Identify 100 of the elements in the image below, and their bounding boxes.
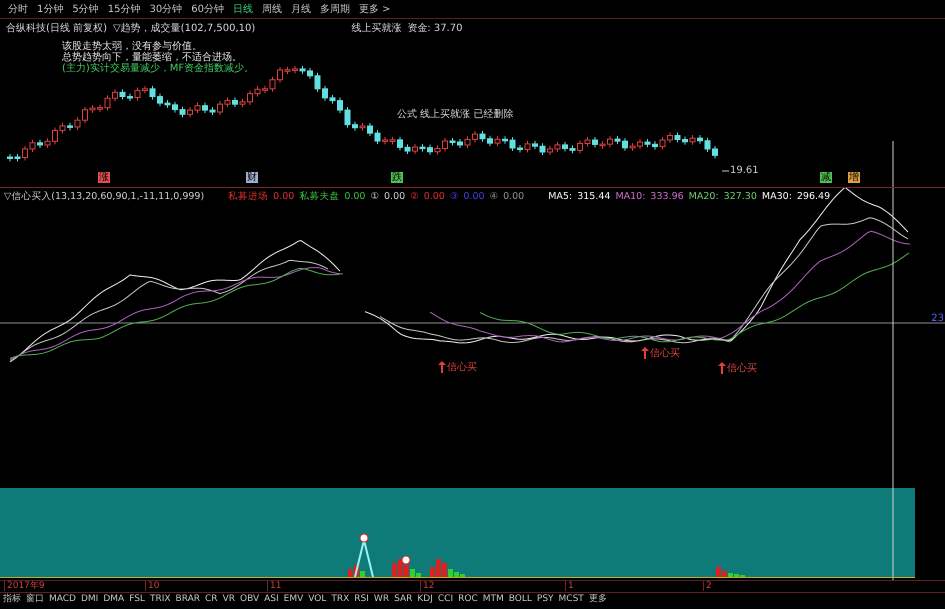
- indicator-tab[interactable]: BOLL: [508, 594, 532, 605]
- candlestick: [697, 134, 703, 144]
- indicator-tab[interactable]: MTM: [482, 594, 504, 605]
- indicator-tab[interactable]: CR: [205, 594, 218, 605]
- candlestick: [600, 140, 606, 150]
- indicator-tab[interactable]: FSL: [129, 594, 145, 605]
- indicator-tab[interactable]: MCST: [558, 594, 584, 605]
- candlestick: [14, 154, 20, 162]
- indicator-tab[interactable]: OBV: [240, 594, 260, 605]
- indicator-label: ▽趋势，成交量(102,7,500,10): [112, 22, 256, 35]
- candlestick: [224, 96, 230, 108]
- period-tab[interactable]: 月线: [290, 4, 311, 16]
- candlestick: [434, 145, 440, 156]
- period-tab[interactable]: 多周期: [320, 4, 350, 16]
- indicator-tab[interactable]: 更多: [588, 594, 607, 605]
- candlestick: [52, 126, 58, 145]
- indicator-tab[interactable]: VOL: [308, 594, 326, 605]
- candlestick: [82, 106, 88, 124]
- candlestick: [660, 136, 666, 150]
- reading-label: ②: [410, 190, 419, 202]
- candlestick: [652, 140, 658, 150]
- indicator-tab[interactable]: PSY: [536, 594, 554, 605]
- reading-value: 0.00: [424, 190, 445, 202]
- candlestick: [487, 135, 493, 147]
- reading-value: 0.00: [273, 190, 294, 202]
- indicator-tab[interactable]: BRAR: [176, 594, 200, 605]
- ma-label: MA20:: [688, 190, 719, 202]
- candlestick: [457, 138, 463, 148]
- indicator-tab[interactable]: SAR: [394, 594, 412, 605]
- candlestick: [404, 144, 410, 155]
- candlestick: [97, 104, 103, 113]
- candlestick: [420, 144, 426, 152]
- indicator-tab[interactable]: DMA: [103, 594, 124, 605]
- candlestick: [524, 140, 530, 153]
- period-tab[interactable]: 30分钟: [149, 4, 182, 16]
- period-tab[interactable]: 分时: [8, 4, 28, 16]
- indicator-tab[interactable]: ROC: [458, 594, 478, 605]
- indicator-tab[interactable]: TRIX: [150, 594, 171, 605]
- date-label: 2: [703, 581, 712, 591]
- reading-label: 私募夫盘: [299, 190, 340, 202]
- candlestick: [30, 139, 36, 152]
- event-marker: 涨: [98, 172, 110, 183]
- candlestick: [667, 132, 673, 144]
- candlestick: [584, 136, 590, 147]
- period-tab[interactable]: 60分钟: [191, 4, 224, 16]
- indicator-tab[interactable]: ASI: [264, 594, 279, 605]
- indicator-tab[interactable]: DMI: [80, 594, 98, 605]
- candlestick: [547, 145, 553, 156]
- period-tab[interactable]: 15分钟: [108, 4, 140, 16]
- candlestick: [592, 136, 598, 148]
- period-tab[interactable]: 5分钟: [72, 4, 99, 16]
- candlestick: [202, 102, 208, 114]
- indicator-tab[interactable]: WR: [374, 594, 390, 605]
- ma-value: 333.96: [650, 190, 684, 202]
- indicator-tab[interactable]: CCI: [438, 594, 454, 605]
- price-label: 19.61: [730, 165, 759, 176]
- price-tick: [722, 170, 730, 172]
- period-tab[interactable]: 周线: [262, 4, 282, 16]
- candlestick: [577, 140, 583, 154]
- date-label: 10: [145, 581, 160, 591]
- reading-value: 0.00: [384, 190, 406, 202]
- candlestick: [712, 146, 718, 159]
- buy-signal-label: 信心买: [447, 360, 477, 374]
- indicator-tab[interactable]: 窗口: [26, 594, 44, 605]
- candlestick: [494, 136, 500, 147]
- indicator-tab[interactable]: EMV: [284, 594, 304, 605]
- reading-value: 0.00: [503, 190, 524, 202]
- candlestick: [704, 137, 710, 152]
- indicator-tab[interactable]: TRX: [331, 594, 350, 605]
- indicator-tab[interactable]: VR: [222, 594, 235, 605]
- indicator-tab[interactable]: KDJ: [417, 594, 433, 605]
- period-tab[interactable]: 日线: [232, 4, 253, 16]
- candlestick: [67, 122, 73, 131]
- period-tab[interactable]: 1分钟: [37, 4, 64, 16]
- candlestick: [682, 136, 688, 146]
- candlestick: [554, 141, 560, 152]
- arrow-up-icon: [641, 347, 649, 359]
- candlestick: [344, 106, 350, 128]
- reading-label: 私募进场: [228, 190, 268, 202]
- date-label: 11: [267, 581, 282, 591]
- analysis-note: (主力)实计交易量减少，MF资金指数减少。: [62, 63, 254, 74]
- event-marker: 增: [848, 172, 860, 183]
- formula-message: 公式 线上买就涨 已经删除: [397, 108, 514, 121]
- date-label: 12: [420, 581, 434, 591]
- period-tab[interactable]: 更多 >: [358, 4, 391, 16]
- candlestick: [532, 140, 538, 150]
- candlestick: [240, 98, 246, 108]
- candlestick: [464, 136, 470, 148]
- candlestick: [142, 85, 148, 94]
- candlestick: [187, 106, 193, 118]
- indicator-tab[interactable]: MACD: [49, 594, 76, 605]
- reading-label: ④: [490, 190, 498, 202]
- indicator-tab[interactable]: 指标: [3, 594, 21, 605]
- candlestick: [337, 97, 343, 114]
- ma-label: MA5:: [548, 190, 572, 202]
- arrow-up-icon: [438, 361, 446, 373]
- candlestick: [450, 138, 456, 146]
- indicator-tab[interactable]: RSI: [354, 594, 369, 605]
- ma-label: MA30:: [762, 190, 792, 202]
- formula-value: 资金: 37.70: [407, 22, 462, 35]
